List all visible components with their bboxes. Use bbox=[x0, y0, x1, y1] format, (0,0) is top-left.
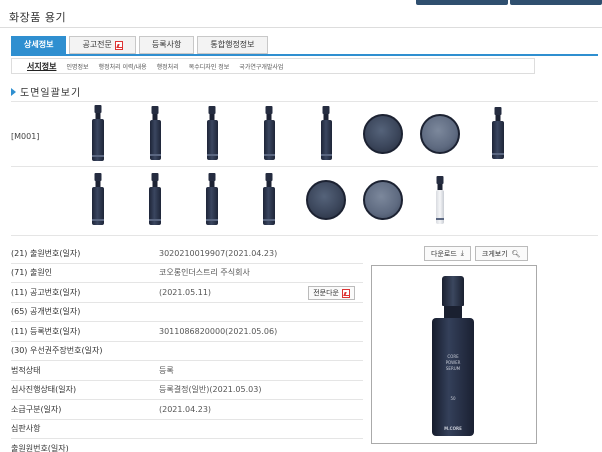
download-button[interactable]: 다운로드 ⤓ bbox=[424, 246, 471, 261]
drawing-thumbnail[interactable] bbox=[361, 104, 405, 164]
tab-publication-full-text[interactable]: 공고전문 bbox=[69, 36, 136, 54]
triangle-bullet-icon bbox=[11, 87, 16, 96]
model-label: [M001] bbox=[11, 132, 40, 141]
table-row: (71) 출원인 코오롱인더스트리 주식회사 bbox=[11, 264, 363, 283]
download-icon: ⤓ bbox=[460, 249, 464, 257]
subtab-person-info[interactable]: 인명정보 bbox=[66, 62, 88, 71]
pdf-icon bbox=[342, 288, 350, 298]
drawing-thumbnail[interactable] bbox=[304, 170, 348, 230]
table-row: (11) 공고번호(일자) (2021.05.11) 전문다운 bbox=[11, 283, 363, 303]
subtab-admin-process[interactable]: 행정처리 bbox=[157, 62, 179, 71]
zoom-button[interactable]: 크게보기 🔍︎ bbox=[474, 246, 528, 261]
main-tabs: 상세정보 공고전문 등록사항 통합행정정보 bbox=[11, 36, 268, 54]
drawing-thumbnail[interactable] bbox=[190, 104, 234, 164]
tab-detail-info[interactable]: 상세정보 bbox=[11, 36, 67, 54]
drawing-thumbnail[interactable] bbox=[418, 104, 462, 164]
table-row: 법적상태 등록 bbox=[11, 361, 363, 381]
subtab-admin-history[interactable]: 행정처리 이력/내용 bbox=[99, 62, 147, 71]
magnifier-icon: 🔍︎ bbox=[511, 249, 521, 258]
drawing-thumbnail[interactable] bbox=[76, 104, 120, 164]
subtab-national-rnd[interactable]: 국가연구개발사업 bbox=[239, 62, 283, 71]
fulltext-download-button[interactable]: 전문다운 bbox=[308, 286, 355, 300]
drawing-thumbnail[interactable] bbox=[190, 170, 234, 230]
drawing-thumbnail[interactable] bbox=[247, 104, 291, 164]
drawing-thumbnail[interactable] bbox=[247, 170, 291, 230]
table-row: (11) 등록번호(일자) 3011086820000(2021.05.06) bbox=[11, 322, 363, 342]
drawing-thumbnail[interactable] bbox=[476, 104, 520, 164]
pdf-icon bbox=[114, 40, 123, 50]
drawings-heading: 도면일괄보기 bbox=[11, 84, 81, 99]
product-size: 50 bbox=[450, 396, 456, 401]
subtab-bibliographic[interactable]: 서지정보 bbox=[27, 61, 56, 72]
top-button-2[interactable] bbox=[510, 0, 602, 5]
drawing-thumbnail[interactable] bbox=[304, 104, 348, 164]
top-toolbar bbox=[402, 0, 602, 5]
table-row: 소급구분(일자) (2021.04.23) bbox=[11, 400, 363, 420]
sub-tabs: 서지정보 인명정보 행정처리 이력/내용 행정처리 복수디자인 정보 국가연구개… bbox=[11, 58, 535, 74]
table-row: (21) 출원번호(일자) 3020210019907(2021.04.23) bbox=[11, 244, 363, 264]
title-divider bbox=[0, 27, 602, 28]
grid-divider bbox=[11, 166, 598, 167]
table-row: 출원원번호(일자) bbox=[11, 439, 363, 452]
tabs-underline bbox=[11, 54, 598, 56]
grid-divider bbox=[11, 101, 598, 102]
drawing-thumbnail[interactable] bbox=[418, 170, 462, 230]
bibliographic-table: (21) 출원번호(일자) 3020210019907(2021.04.23) (… bbox=[11, 244, 363, 452]
drawing-thumbnail[interactable] bbox=[133, 170, 177, 230]
product-label-line3: SERUM bbox=[445, 366, 461, 371]
product-label-line2: POWER bbox=[445, 360, 461, 365]
subtab-multi-design[interactable]: 복수디자인 정보 bbox=[189, 62, 230, 71]
preview-actions: 다운로드 ⤓ 크게보기 🔍︎ bbox=[424, 246, 528, 261]
drawing-thumbnail[interactable] bbox=[133, 104, 177, 164]
bottle-cap bbox=[442, 276, 464, 306]
table-row: (65) 공개번호(일자) bbox=[11, 303, 363, 322]
tab-registration[interactable]: 등록사항 bbox=[138, 36, 195, 54]
bottle-body bbox=[432, 318, 474, 436]
grid-divider bbox=[11, 235, 598, 236]
preview-image[interactable]: CORE POWER SERUM 50 M.CORE bbox=[371, 265, 537, 444]
top-button-1[interactable] bbox=[416, 0, 508, 5]
page-title: 화장품 용기 bbox=[9, 11, 67, 24]
drawing-thumbnail[interactable] bbox=[76, 170, 120, 230]
product-brand: M.CORE bbox=[444, 426, 462, 431]
drawing-thumbnail[interactable] bbox=[361, 170, 405, 230]
table-row: 심판사항 bbox=[11, 420, 363, 439]
product-label-line1: CORE bbox=[447, 354, 459, 359]
table-row: (30) 우선권주장번호(일자) bbox=[11, 342, 363, 361]
tab-integrated-admin-info[interactable]: 통합행정정보 bbox=[197, 36, 268, 54]
table-row: 심사진행상태(일자) 등록결정(일반)(2021.05.03) bbox=[11, 381, 363, 400]
